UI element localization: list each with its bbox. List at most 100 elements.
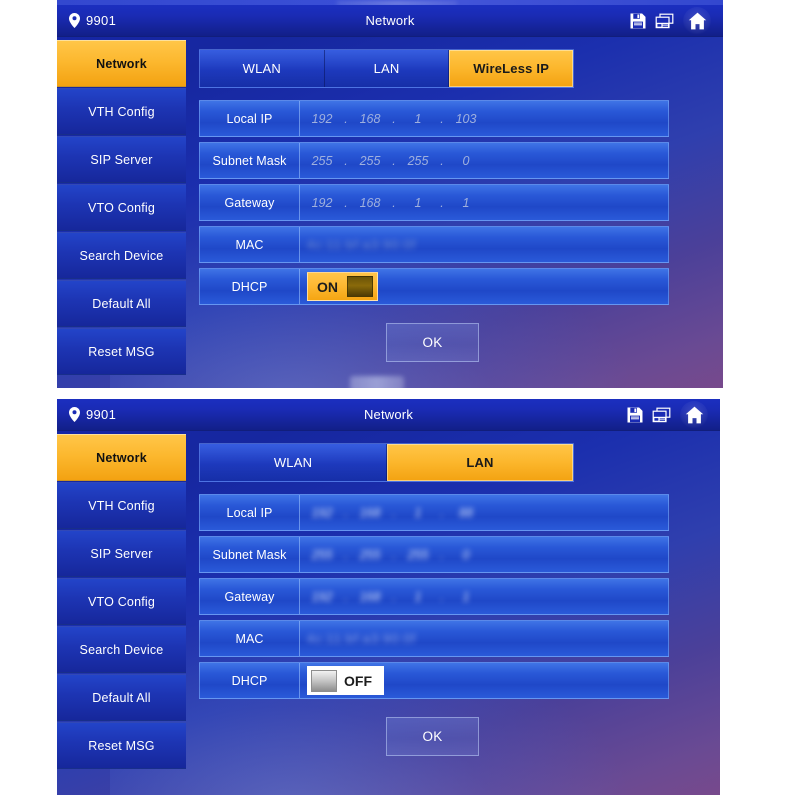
pin-icon — [69, 407, 80, 422]
sidebar-item-label: Network — [96, 56, 147, 71]
sidebar-item-label: SIP Server — [90, 152, 153, 167]
row-subnet-mask: Subnet Mask 255. 255. 255. 0 — [199, 536, 669, 573]
content-area: WLAN LAN Local IP 192. 168. 1. 88 Subnet Ma… — [186, 431, 720, 795]
row-gateway: Gateway 192. 168. 1. 1 — [199, 578, 669, 615]
sidebar-item-default-all[interactable]: Default All — [57, 674, 186, 721]
row-subnet-mask: Subnet Mask 255. 255. 255. 0 — [199, 142, 669, 179]
subnet-mask-label: Subnet Mask — [200, 537, 300, 572]
tab-wlan[interactable]: WLAN — [200, 444, 387, 481]
local-ip-label: Local IP — [200, 495, 300, 530]
sidebar-item-vth-config[interactable]: VTH Config — [57, 482, 186, 529]
dhcp-toggle[interactable]: ON — [307, 272, 378, 301]
octet-dot: . — [440, 505, 444, 520]
octet-dot: . — [344, 111, 348, 126]
octet-dot: . — [392, 111, 396, 126]
toggle-knob — [347, 276, 373, 297]
sidebar-item-label: Reset MSG — [88, 738, 155, 753]
dhcp-toggle-label: OFF — [344, 672, 372, 689]
dhcp-value: ON — [300, 269, 668, 304]
octet-2: 255 — [359, 153, 381, 168]
row-gateway: Gateway 192. 168. 1. 1 — [199, 184, 669, 221]
mac-value: 4c:11:bf:a3:90:0f — [300, 227, 668, 262]
octet-2: 168 — [359, 111, 381, 126]
octet-4: 1 — [462, 195, 470, 210]
sidebar-item-label: Network — [96, 450, 147, 465]
tab-wireless-ip[interactable]: WireLess IP — [449, 50, 574, 87]
screen-body: Network VTH Config SIP Server VTO Config… — [57, 431, 720, 795]
sidebar-item-vth-config[interactable]: VTH Config — [57, 88, 186, 135]
content-area: WLAN LAN WireLess IP Local IP 192. 168. 1.… — [186, 37, 723, 388]
octet-dot: . — [440, 153, 444, 168]
sidebar-item-vto-config[interactable]: VTO Config — [57, 578, 186, 625]
sidebar-item-network[interactable]: Network — [57, 40, 186, 87]
octet-2: 168 — [359, 195, 381, 210]
sidebar: Network VTH Config SIP Server VTO Config… — [57, 431, 186, 795]
sidebar-item-label: VTO Config — [87, 200, 156, 215]
save-icon[interactable] — [627, 407, 643, 423]
sidebar-item-label: VTO Config — [87, 594, 156, 609]
network-form: Local IP 192. 168. 1. 103 Subnet Mask 255. 2… — [199, 100, 669, 305]
octet-4: 103 — [455, 111, 477, 126]
mac-label: MAC — [200, 621, 300, 656]
titlebar-actions — [630, 6, 723, 35]
sidebar-item-default-all[interactable]: Default All — [57, 280, 186, 327]
subnet-mask-input[interactable]: 255. 255. 255. 0 — [300, 537, 668, 572]
octet-3: 1 — [414, 195, 422, 210]
mac-address: 4c:11:bf:a3:90:0f — [307, 631, 417, 646]
tab-lan[interactable]: LAN — [387, 444, 573, 481]
sidebar-item-search-device[interactable]: Search Device — [57, 626, 186, 673]
octet-dot: . — [440, 195, 444, 210]
sidebar-item-label: SIP Server — [90, 546, 153, 561]
gateway-input[interactable]: 192. 168. 1. 1 — [300, 185, 668, 220]
sidebar-item-network[interactable]: Network — [57, 434, 186, 481]
octet-1: 192 — [311, 589, 333, 604]
dhcp-label: DHCP — [200, 269, 300, 304]
octet-4: 1 — [462, 589, 470, 604]
ip-octets: 192. 168. 1. 103 — [307, 112, 481, 126]
ip-octets: 255. 255. 255. 0 — [307, 548, 481, 562]
octet-dot: . — [440, 111, 444, 126]
sidebar-item-reset-msg[interactable]: Reset MSG — [57, 722, 186, 769]
local-ip-input[interactable]: 192. 168. 1. 88 — [300, 495, 668, 530]
sidebar-item-vto-config[interactable]: VTO Config — [57, 184, 186, 231]
ok-button[interactable]: OK — [386, 717, 479, 756]
ip-octets: 192. 168. 1. 1 — [307, 196, 481, 210]
dhcp-value: OFF — [300, 663, 668, 698]
home-icon[interactable] — [683, 6, 711, 35]
tab-lan[interactable]: LAN — [324, 50, 450, 87]
row-mac: MAC 4c:11:bf:a3:90:0f — [199, 620, 669, 657]
actions-row: OK — [196, 717, 666, 756]
screen-body: Network VTH Config SIP Server VTO Config… — [57, 37, 723, 388]
gateway-input[interactable]: 192. 168. 1. 1 — [300, 579, 668, 614]
local-ip-input[interactable]: 192. 168. 1. 103 — [300, 101, 668, 136]
ip-octets: 192. 168. 1. 1 — [307, 590, 481, 604]
row-dhcp: DHCP ON — [199, 268, 669, 305]
device-screen-bottom: 9901 Network Network VTH Config SIP Serv… — [57, 399, 720, 795]
toggle-knob — [311, 669, 337, 692]
dhcp-toggle[interactable]: OFF — [307, 666, 384, 695]
sidebar-item-sip-server[interactable]: SIP Server — [57, 530, 186, 577]
sidebar-item-reset-msg[interactable]: Reset MSG — [57, 328, 186, 375]
tab-wlan[interactable]: WLAN — [200, 50, 325, 87]
home-icon[interactable] — [680, 400, 708, 429]
sidebar-item-search-device[interactable]: Search Device — [57, 232, 186, 279]
octet-1: 255 — [311, 153, 333, 168]
subnet-mask-input[interactable]: 255. 255. 255. 0 — [300, 143, 668, 178]
save-icon[interactable] — [630, 13, 646, 29]
card-icon[interactable] — [655, 13, 674, 29]
dhcp-toggle-label: ON — [317, 278, 338, 295]
ok-button[interactable]: OK — [386, 323, 479, 362]
device-id-group: 9901 — [57, 13, 177, 28]
pin-icon — [69, 13, 80, 28]
card-icon[interactable] — [652, 407, 671, 423]
octet-dot: . — [440, 547, 444, 562]
octet-3: 1 — [414, 589, 422, 604]
row-dhcp: DHCP OFF — [199, 662, 669, 699]
sidebar-item-sip-server[interactable]: SIP Server — [57, 136, 186, 183]
octet-3: 255 — [407, 153, 429, 168]
row-mac: MAC 4c:11:bf:a3:90:0f — [199, 226, 669, 263]
octet-1: 192 — [311, 505, 333, 520]
sidebar-item-label: Search Device — [79, 642, 164, 657]
sidebar-item-label: VTH Config — [88, 104, 155, 119]
titlebar-actions — [627, 400, 720, 429]
